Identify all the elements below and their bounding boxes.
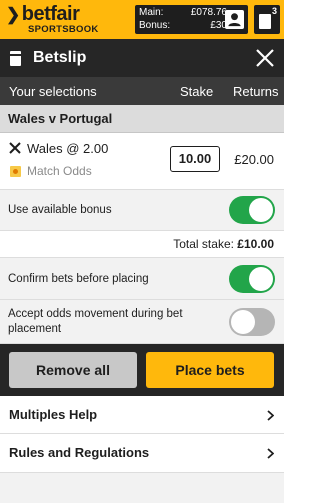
toggle-knob	[231, 310, 255, 334]
football-icon	[10, 166, 21, 177]
main-balance-label: Main:	[139, 7, 164, 18]
action-bar: Remove all Place bets	[0, 344, 284, 396]
confirm-bets-row: Confirm bets before placing	[0, 258, 284, 300]
multiples-help-label: Multiples Help	[9, 407, 98, 422]
bet-row: Wales @ 2.00 Match Odds 10.00 £20.00	[0, 133, 284, 190]
event-name: Wales v Portugal	[8, 111, 113, 126]
logo-wordmark: ❯ betfair	[6, 3, 80, 26]
betslip-count-badge: 3	[271, 6, 277, 16]
main-balance-row: Main: £078.76	[139, 7, 227, 18]
account-balance[interactable]: Main: £078.76 Bonus: £30	[135, 5, 248, 34]
selection-name: Wales @ 2.00	[27, 141, 109, 156]
bonus-balance-row: Bonus: £30	[139, 20, 227, 31]
toggle-knob	[249, 267, 273, 291]
betslip-title: Betslip	[33, 49, 87, 66]
logo-subtitle: SPORTSBOOK	[28, 24, 99, 35]
multiples-help-link[interactable]: Multiples Help	[0, 396, 284, 434]
betslip-button[interactable]: 3	[254, 5, 280, 34]
top-bar: ❯ betfair SPORTSBOOK Main: £078.76 Bonus…	[0, 0, 284, 39]
close-icon[interactable]	[254, 47, 276, 69]
chevron-right-icon	[267, 410, 274, 421]
place-bets-button[interactable]: Place bets	[146, 352, 274, 388]
betslip-header: Betslip	[0, 39, 284, 77]
accept-odds-row: Accept odds movement during bet placemen…	[0, 300, 284, 344]
betslip-icon	[259, 14, 271, 29]
toggle-knob	[249, 198, 273, 222]
use-bonus-label: Use available bonus	[8, 204, 112, 216]
chevron-right-icon	[267, 448, 274, 459]
event-header: Wales v Portugal	[0, 105, 284, 133]
returns-column-label: Returns	[233, 84, 279, 99]
your-selections-label: Your selections	[9, 84, 97, 99]
main-balance-value: £078.76	[190, 7, 227, 18]
confirm-bets-toggle[interactable]	[229, 265, 275, 293]
use-bonus-row: Use available bonus	[0, 190, 284, 231]
rules-regulations-label: Rules and Regulations	[9, 445, 150, 460]
potential-returns: £20.00	[234, 152, 274, 167]
remove-all-button[interactable]: Remove all	[9, 352, 137, 388]
logo-text: betfair	[21, 3, 80, 25]
confirm-bets-label: Confirm bets before placing	[8, 273, 149, 285]
bonus-balance-label: Bonus:	[139, 20, 171, 31]
betfair-logo[interactable]: ❯ betfair SPORTSBOOK	[6, 3, 106, 35]
accept-odds-toggle[interactable]	[229, 308, 275, 336]
total-stake: Total stake: £10.00	[173, 237, 274, 251]
rules-regulations-link[interactable]: Rules and Regulations	[0, 434, 284, 473]
selections-header: Your selections Stake Returns	[0, 77, 284, 105]
stake-input[interactable]: 10.00	[170, 146, 220, 172]
remove-selection-icon[interactable]	[9, 142, 21, 154]
page-footer-space	[0, 473, 284, 503]
market-name: Match Odds	[27, 164, 92, 178]
accept-odds-label: Accept odds movement during bet placemen…	[8, 308, 183, 335]
stake-column-label: Stake	[180, 84, 214, 99]
logo-chevron-icon: ❯	[6, 4, 20, 24]
total-stake-value: £10.00	[237, 237, 274, 251]
use-bonus-toggle[interactable]	[229, 196, 275, 224]
betslip-icon	[10, 51, 21, 66]
total-stake-row: Total stake: £10.00	[0, 231, 284, 258]
total-stake-label: Total stake:	[173, 237, 234, 251]
user-icon	[225, 10, 244, 29]
